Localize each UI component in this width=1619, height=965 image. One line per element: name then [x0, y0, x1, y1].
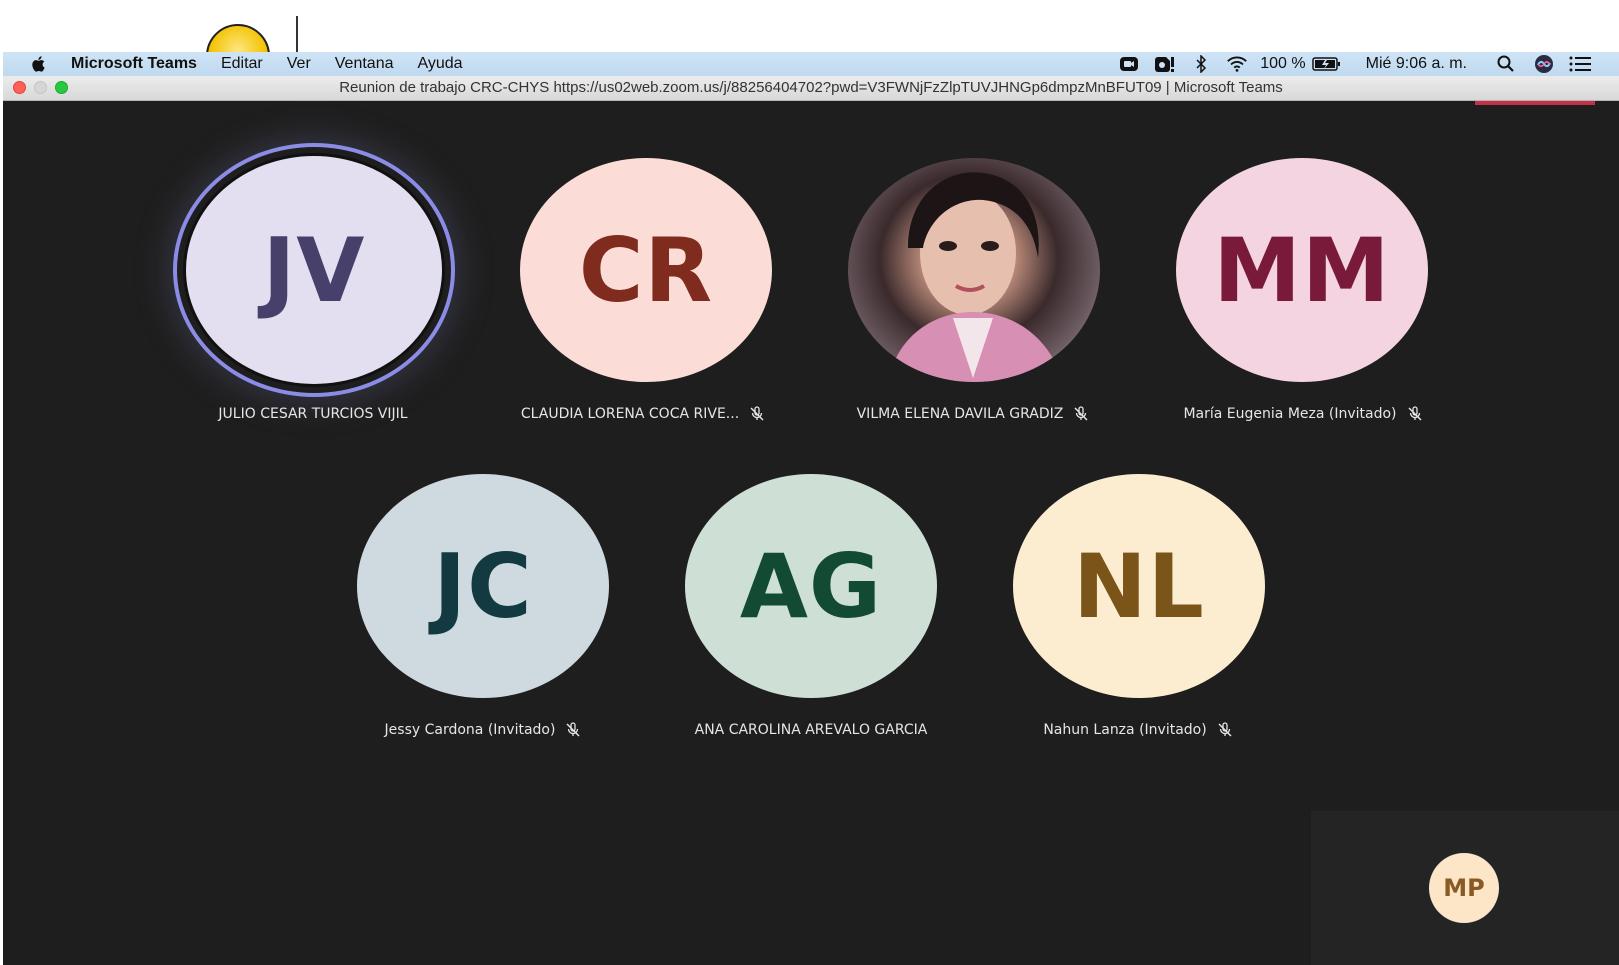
- participant-name-ag: ANA CAROLINA AREVALO GARCIA: [694, 722, 928, 738]
- menu-ayuda[interactable]: Ayuda: [418, 55, 463, 73]
- participant-name-jv: JULIO CESAR TURCIOS VIJIL: [218, 406, 408, 422]
- clock[interactable]: Mié 9:06 a. m.: [1366, 55, 1467, 73]
- siri-icon[interactable]: [1533, 55, 1555, 73]
- participant-photo-vilma[interactable]: [848, 158, 1100, 382]
- menu-bar: Microsoft Teams Editar Ver Ventana Ayuda…: [3, 52, 1619, 76]
- battery-percentage: 100 %: [1260, 55, 1306, 72]
- notification-status-icon[interactable]: [1154, 55, 1176, 73]
- leave-button-edge[interactable]: [1475, 101, 1595, 105]
- participant-avatar-nl[interactable]: NL: [1013, 474, 1265, 698]
- menu-editar[interactable]: Editar: [221, 55, 263, 73]
- mic-muted-icon: [750, 406, 764, 421]
- apple-icon[interactable]: [29, 54, 49, 74]
- mic-muted-icon: [1218, 722, 1232, 737]
- participant-avatar-jc[interactable]: JC: [357, 474, 609, 698]
- window-title: Reunion de trabajo CRC-CHYS https://us02…: [339, 79, 1283, 96]
- participant-name-jc: Jessy Cardona (Invitado): [333, 722, 633, 738]
- menu-ventana[interactable]: Ventana: [335, 55, 394, 73]
- status-area: 100 % Mié 9:06 a. m.: [1104, 52, 1619, 76]
- menu-app-name[interactable]: Microsoft Teams: [71, 55, 197, 73]
- participant-name-nl: Nahun Lanza (Invitado): [988, 722, 1288, 738]
- bluetooth-icon[interactable]: [1190, 55, 1212, 73]
- window-titlebar[interactable]: Reunion de trabajo CRC-CHYS https://us02…: [3, 76, 1619, 101]
- participant-avatar-ag[interactable]: AG: [685, 474, 937, 698]
- participant-name-vilma: VILMA ELENA DAVILA GRADIZ: [823, 406, 1123, 422]
- menu-ver[interactable]: Ver: [287, 55, 311, 73]
- mic-muted-icon: [1074, 406, 1088, 421]
- spotlight-search-icon[interactable]: [1495, 55, 1517, 73]
- participant-name-cr: CLAUDIA LORENA COCA RIVE...: [493, 406, 793, 422]
- battery-icon[interactable]: [1311, 55, 1342, 73]
- portrait-photo-icon: [888, 172, 1063, 382]
- participant-name-mm: María Eugenia Meza (Invitado): [1153, 406, 1453, 422]
- meeting-stage: JV JULIO CESAR TURCIOS VIJIL CR CLAUDIA …: [3, 101, 1619, 965]
- mic-muted-icon: [566, 722, 580, 737]
- participant-avatar-jv[interactable]: JV: [183, 153, 445, 387]
- self-avatar: MP: [1429, 853, 1499, 923]
- wifi-icon[interactable]: [1226, 55, 1248, 73]
- notification-center-icon[interactable]: [1569, 55, 1591, 73]
- text-cursor: [296, 16, 298, 52]
- camera-status-icon[interactable]: [1118, 55, 1140, 73]
- mic-muted-icon: [1407, 406, 1422, 421]
- self-view-tile[interactable]: MP: [1311, 811, 1619, 965]
- participant-avatar-cr[interactable]: CR: [520, 158, 772, 382]
- seal-logo: [206, 24, 270, 52]
- participant-avatar-mm[interactable]: MM: [1176, 158, 1428, 382]
